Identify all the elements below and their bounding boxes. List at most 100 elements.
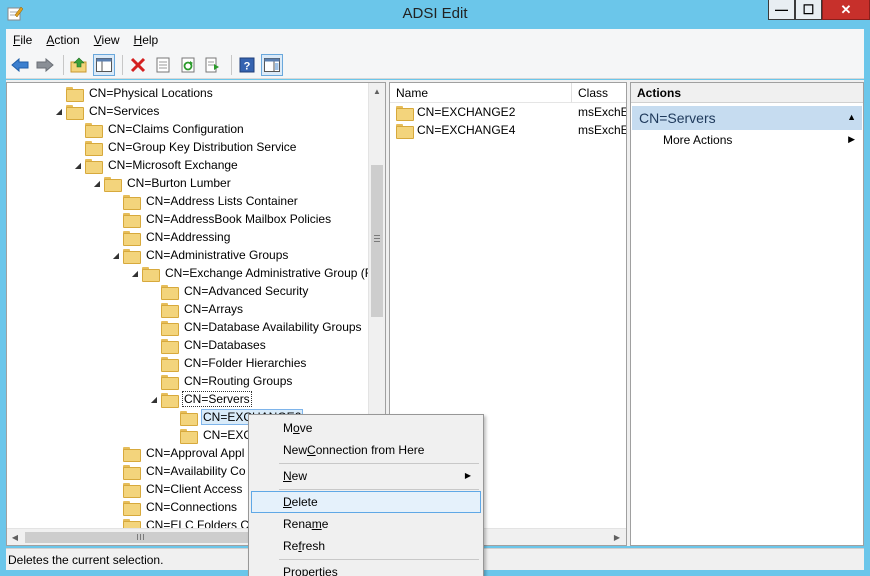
toolbar-separator — [63, 54, 64, 75]
folder-icon — [161, 356, 179, 372]
forward-button[interactable] — [34, 54, 56, 76]
tree-node-servers[interactable]: ◢ CN=Servers — [147, 390, 252, 408]
expanded-triangle-icon[interactable]: ◢ — [71, 161, 85, 170]
actions-section-servers[interactable]: CN=Servers ▲ — [632, 106, 862, 130]
tree-node[interactable]: ◢ CN=Burton Lumber — [90, 174, 233, 192]
export-list-icon — [205, 57, 219, 72]
folder-icon — [104, 176, 122, 192]
tree-node[interactable]: CN=Address Lists Container — [109, 192, 300, 210]
tree-node[interactable]: CN=Approval Appl — [109, 444, 246, 462]
tree-node[interactable]: CN=Client Access — [109, 480, 244, 498]
context-menu-refresh[interactable]: Re f resh — [251, 535, 481, 557]
maximize-button[interactable]: ☐ — [795, 0, 822, 20]
tree-node[interactable]: CN=Folder Hierarchies — [147, 354, 308, 372]
scroll-left-arrow-icon[interactable]: ◀ — [7, 529, 23, 545]
export-list-button[interactable] — [202, 54, 224, 76]
tree-node[interactable]: CN=Physical Locations — [52, 84, 215, 102]
scroll-up-arrow-icon[interactable]: ▲ — [369, 83, 385, 100]
list-item[interactable]: CN=EXCHANGE2 msExchEx — [390, 103, 626, 121]
folder-icon — [66, 86, 84, 102]
column-header-name[interactable]: Name — [390, 83, 572, 103]
folder-icon — [180, 428, 198, 444]
tree-node[interactable]: CN=Databases — [147, 336, 268, 354]
folder-icon — [161, 320, 179, 336]
close-button[interactable]: ✕ — [822, 0, 870, 20]
properties-icon — [156, 57, 170, 72]
red-x-icon — [130, 57, 146, 72]
menu-bar: File Action View Help — [6, 29, 864, 51]
minimize-button[interactable]: — — [768, 0, 795, 20]
folder-icon — [161, 392, 179, 408]
delete-button[interactable] — [127, 54, 149, 76]
menu-action[interactable]: Action — [39, 33, 86, 47]
show-hide-console-tree-button[interactable] — [93, 53, 115, 76]
context-menu-properties[interactable]: Pr operties — [251, 561, 481, 576]
tree-node[interactable]: ◢ CN=Services — [52, 102, 161, 120]
arrow-right-icon — [36, 57, 54, 72]
context-menu-new[interactable]: New ▶ — [251, 465, 481, 487]
menu-file[interactable]: File — [6, 33, 39, 47]
show-hide-action-pane-button[interactable] — [261, 53, 283, 76]
tree-node[interactable]: ◢ CN=Exchange Administrative Group (F — [128, 264, 374, 282]
folder-icon — [123, 248, 141, 264]
folder-icon — [161, 302, 179, 318]
tree-node[interactable]: CN=EXC — [166, 426, 254, 444]
folder-icon — [85, 122, 103, 138]
scroll-right-arrow-icon[interactable]: ▶ — [609, 529, 625, 545]
context-menu-move[interactable]: Mo ve — [251, 417, 481, 439]
properties-button[interactable] — [152, 54, 174, 76]
expanded-triangle-icon[interactable]: ◢ — [52, 107, 66, 116]
tree-node[interactable]: CN=Group Key Distribution Service — [71, 138, 298, 156]
tree-node[interactable]: CN=Claims Configuration — [71, 120, 246, 138]
context-menu: Mo ve New Connection from Here New ▶ Delet… — [248, 414, 484, 576]
list-item-class: msExchEx — [578, 105, 626, 119]
list-item-name: CN=EXCHANGE4 — [417, 123, 516, 137]
refresh-icon — [181, 57, 195, 72]
menu-separator — [279, 559, 479, 560]
help-button[interactable]: ? — [236, 54, 258, 76]
context-menu-delete[interactable]: Delete — [251, 491, 481, 513]
back-button[interactable] — [9, 54, 31, 76]
tree-node[interactable]: ◢ CN=Administrative Groups — [109, 246, 290, 264]
context-menu-new-connection[interactable]: New Connection from Here — [251, 439, 481, 461]
collapse-triangle-icon[interactable]: ▲ — [847, 112, 856, 122]
up-level-button[interactable] — [68, 54, 90, 76]
toolbar: ? — [6, 51, 864, 79]
list-item[interactable]: CN=EXCHANGE4 msExchEx — [390, 121, 626, 139]
folder-icon — [123, 212, 141, 228]
scrollbar-thumb[interactable] — [371, 165, 383, 317]
minimize-icon: — — [775, 2, 788, 17]
expanded-triangle-icon[interactable]: ◢ — [90, 179, 104, 188]
expanded-triangle-icon[interactable]: ◢ — [128, 269, 142, 278]
tree-node[interactable]: CN=AddressBook Mailbox Policies — [109, 210, 333, 228]
window-title: ADSI Edit — [402, 5, 468, 22]
menu-separator — [279, 489, 479, 490]
folder-icon — [123, 230, 141, 246]
tree-node[interactable]: CN=Advanced Security — [147, 282, 310, 300]
column-header-class[interactable]: Class — [572, 83, 626, 103]
folder-icon — [123, 482, 141, 498]
status-text: Deletes the current selection. — [8, 552, 164, 567]
menu-view[interactable]: View — [87, 33, 127, 47]
tree-node[interactable]: CN=Addressing — [109, 228, 232, 246]
actions-pane: Actions CN=Servers ▲ More Actions ▶ — [630, 82, 864, 546]
tree-node[interactable]: CN=Availability Co — [109, 462, 248, 480]
action-pane-icon — [264, 57, 280, 72]
tree-node[interactable]: CN=Database Availability Groups — [147, 318, 364, 336]
context-menu-rename[interactable]: Rena m e — [251, 513, 481, 535]
menu-help[interactable]: Help — [127, 33, 166, 47]
title-bar: ADSI Edit — ☐ ✕ — [0, 0, 870, 28]
tree-node[interactable]: CN=Routing Groups — [147, 372, 294, 390]
tree-node[interactable]: ◢ CN=Microsoft Exchange — [71, 156, 240, 174]
svg-text:?: ? — [244, 60, 251, 72]
grip-icon — [137, 534, 144, 540]
folder-icon — [85, 158, 103, 174]
list-item-class: msExchEx — [578, 123, 626, 137]
tree-node[interactable]: CN=Connections — [109, 498, 239, 516]
scrollbar-thumb[interactable] — [25, 532, 255, 543]
tree-node[interactable]: CN=Arrays — [147, 300, 245, 318]
more-actions-item[interactable]: More Actions ▶ — [631, 130, 863, 150]
refresh-button[interactable] — [177, 54, 199, 76]
expanded-triangle-icon[interactable]: ◢ — [147, 395, 161, 404]
expanded-triangle-icon[interactable]: ◢ — [109, 251, 123, 260]
